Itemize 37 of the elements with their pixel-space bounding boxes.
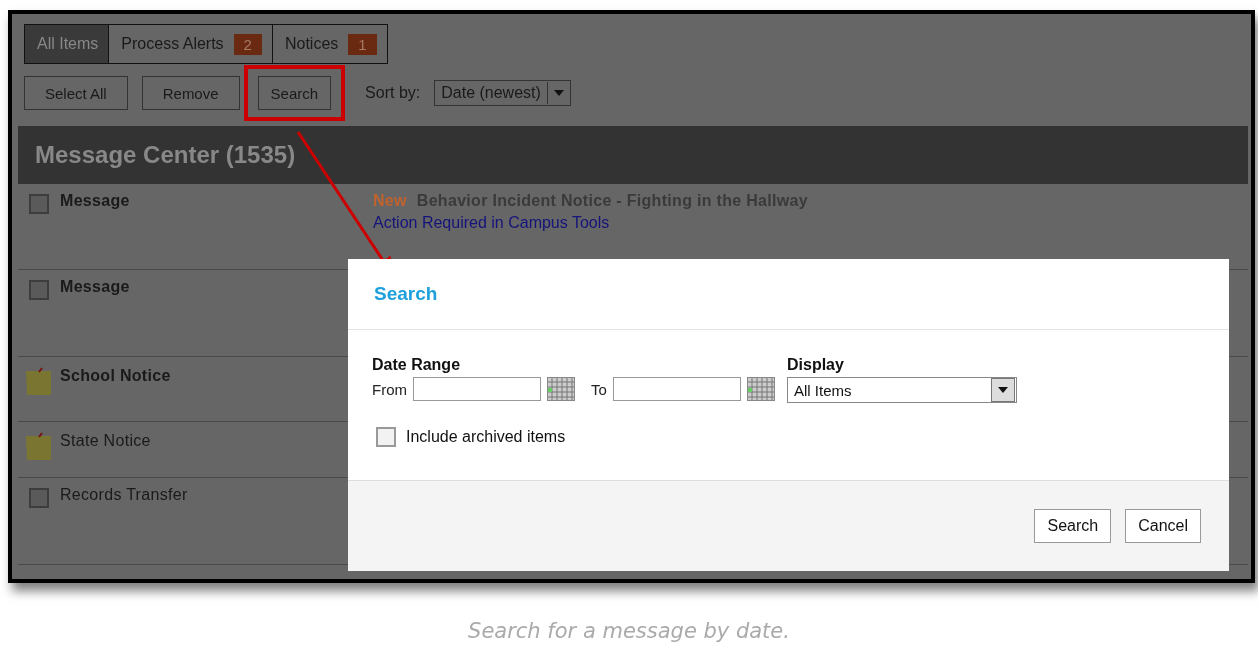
- to-label: To: [591, 380, 607, 398]
- count-badge: 2: [233, 33, 262, 55]
- to-date-field[interactable]: [612, 377, 741, 401]
- calendar-icon[interactable]: [547, 377, 575, 401]
- sticky-note-icon: [25, 432, 53, 462]
- sort-label: Sort by:: [365, 84, 421, 102]
- tab[interactable]: All Items: [25, 25, 109, 63]
- sticky-note-icon: [25, 367, 53, 397]
- message-type: Message: [60, 278, 131, 297]
- checkbox[interactable]: [29, 488, 49, 508]
- caption: Search for a message by date.: [467, 619, 791, 643]
- message-type: State Notice: [60, 432, 152, 451]
- count-badge: 1: [348, 33, 377, 55]
- checkbox[interactable]: [29, 280, 49, 300]
- dialog-title: Search: [374, 283, 438, 305]
- field-label: Display: [787, 356, 845, 374]
- caret-icon: [998, 387, 1008, 393]
- message-type: Message: [60, 192, 131, 211]
- checkbox-label: Include archived items: [406, 428, 566, 446]
- toolbar-button[interactable]: Remove: [141, 76, 240, 110]
- checkbox[interactable]: [376, 427, 396, 447]
- display-select[interactable]: All Items: [787, 377, 1017, 403]
- from-date-field[interactable]: [413, 377, 541, 401]
- message-link[interactable]: Action Required in Campus Tools: [373, 214, 808, 232]
- field-label: Date Range: [372, 356, 462, 374]
- dialog-button[interactable]: Search: [1034, 509, 1112, 543]
- caret-icon: [553, 90, 564, 96]
- message-type: School Notice: [60, 367, 172, 386]
- message-type: Records Transfer: [60, 486, 189, 505]
- dialog-button[interactable]: Cancel: [1125, 509, 1201, 543]
- toolbar-button[interactable]: Select All: [24, 76, 128, 110]
- toolbar-button[interactable]: Search: [257, 76, 332, 110]
- sort-select[interactable]: Date (newest): [434, 80, 571, 106]
- checkbox[interactable]: [29, 194, 49, 214]
- from-label: From: [372, 380, 407, 398]
- header-title: Message Center (1535): [35, 141, 296, 169]
- calendar-icon[interactable]: [746, 377, 775, 401]
